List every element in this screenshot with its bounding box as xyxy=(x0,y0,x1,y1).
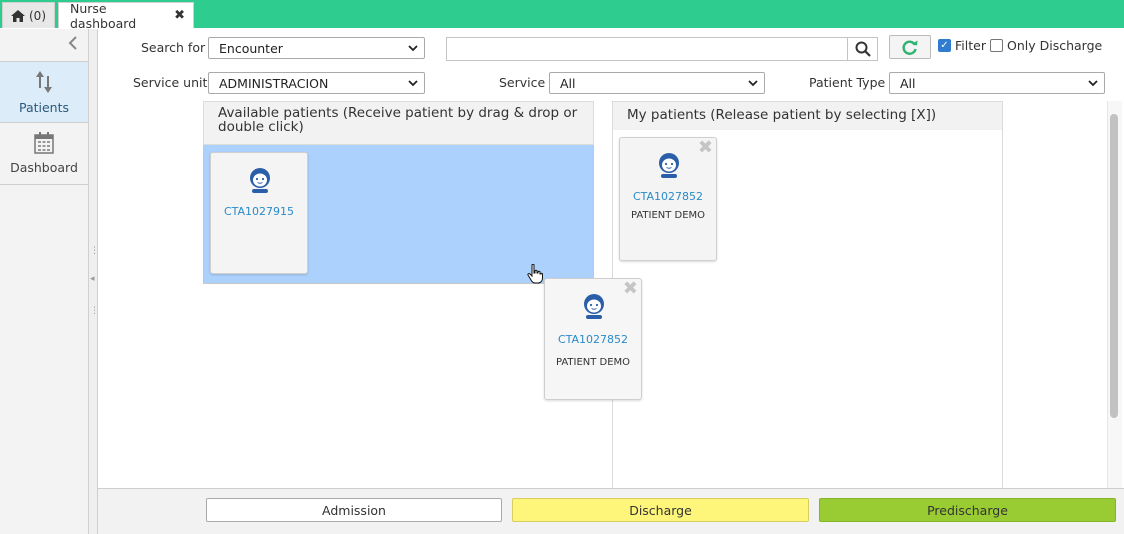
patient-avatar-icon xyxy=(659,153,679,178)
service-label: Service xyxy=(499,75,546,90)
patient-name: PATIENT DEMO xyxy=(555,357,631,368)
dragging-patient-card[interactable]: ✖ CTA1027852 PATIENT DEMO xyxy=(544,278,642,400)
chevron-left-icon[interactable] xyxy=(64,36,82,54)
tab-home[interactable]: (0) xyxy=(2,2,55,28)
sidebar-item-label: Dashboard xyxy=(10,160,78,175)
patient-id[interactable]: CTA1027852 xyxy=(620,190,716,203)
close-icon[interactable]: ✖ xyxy=(174,8,185,23)
search-input[interactable] xyxy=(446,37,848,61)
refresh-icon xyxy=(902,40,918,55)
release-patient-icon[interactable]: ✖ xyxy=(623,280,638,298)
patient-id[interactable]: CTA1027915 xyxy=(211,205,307,218)
chevron-down-icon xyxy=(1088,79,1098,86)
tab-nurse-dashboard[interactable]: Nurse dashboard ✖ xyxy=(58,0,194,31)
search-icon xyxy=(855,41,871,57)
search-for-select[interactable]: Encounter xyxy=(208,37,425,59)
sidebar-splitter[interactable]: ⋮ ◂ ⋮ xyxy=(89,29,99,534)
patient-avatar-icon xyxy=(250,168,270,193)
only-discharge-label: Only Discharge xyxy=(1007,38,1103,53)
service-select[interactable]: All xyxy=(549,72,765,94)
sort-arrows-icon xyxy=(36,70,52,93)
chevron-down-icon xyxy=(408,44,418,51)
hand-cursor-icon xyxy=(527,264,543,284)
sidebar-item-dashboard[interactable]: Dashboard xyxy=(0,123,88,185)
collapse-arrow-icon[interactable]: ◂ xyxy=(90,275,95,284)
service-unit-select[interactable]: ADMINISTRACION xyxy=(208,72,425,94)
predischarge-button[interactable]: Predischarge xyxy=(819,498,1116,522)
calendar-icon xyxy=(34,132,54,154)
admission-button[interactable]: Admission xyxy=(206,498,502,522)
refresh-button[interactable] xyxy=(889,35,931,59)
scrollbar-thumb[interactable] xyxy=(1110,114,1118,418)
patient-type-value: All xyxy=(900,75,916,91)
search-button[interactable] xyxy=(847,37,878,61)
discharge-button[interactable]: Discharge xyxy=(512,498,809,522)
sidebar-item-label: Patients xyxy=(18,99,70,115)
service-value: All xyxy=(560,75,576,91)
service-unit-label: Service unit xyxy=(133,75,208,90)
patient-avatar-icon xyxy=(584,294,604,319)
filter-checkbox[interactable]: ✓ xyxy=(938,39,951,52)
my-patients-header: My patients (Release patient by selectin… xyxy=(612,101,1003,131)
tab-title: Nurse dashboard xyxy=(70,0,137,31)
service-unit-value: ADMINISTRACION xyxy=(219,75,329,91)
patient-card[interactable]: CTA1027915 xyxy=(210,152,308,274)
chevron-down-icon xyxy=(408,79,418,86)
sidebar-item-patients[interactable]: Patients xyxy=(0,61,88,123)
search-for-label: Search for xyxy=(141,40,206,55)
release-patient-icon[interactable]: ✖ xyxy=(698,139,713,157)
home-icon xyxy=(11,9,25,22)
patient-id[interactable]: CTA1027852 xyxy=(545,333,641,346)
patient-type-label: Patient Type xyxy=(809,75,886,90)
chevron-down-icon xyxy=(748,79,758,86)
filter-label: Filter xyxy=(955,38,986,53)
available-patients-header: Available patients (Receive patient by d… xyxy=(203,101,594,145)
patient-name: PATIENT DEMO xyxy=(630,210,706,221)
search-for-value: Encounter xyxy=(219,40,283,56)
home-tab-count: (0) xyxy=(29,8,46,23)
only-discharge-checkbox[interactable] xyxy=(990,39,1003,52)
patient-type-select[interactable]: All xyxy=(889,72,1105,94)
patient-card[interactable]: ✖ CTA1027852 PATIENT DEMO xyxy=(619,137,717,261)
